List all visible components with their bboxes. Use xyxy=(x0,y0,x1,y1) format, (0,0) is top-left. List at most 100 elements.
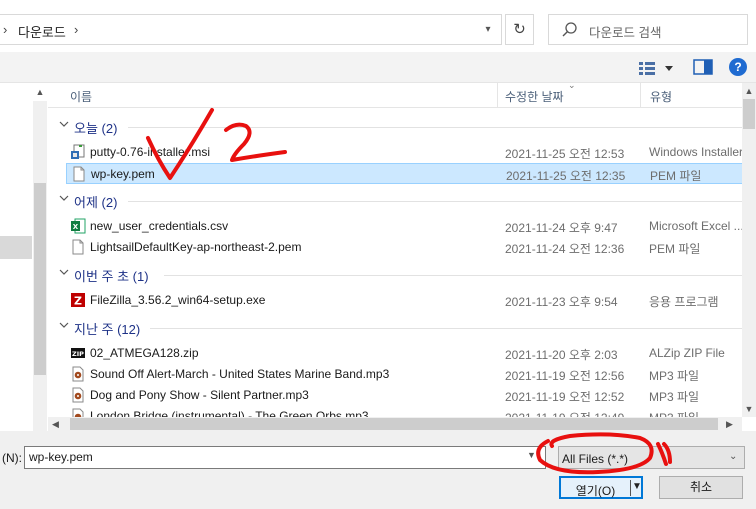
refresh-icon: ↻ xyxy=(513,21,526,38)
vertical-scroll-thumb[interactable] xyxy=(743,99,755,129)
chevron-down-icon xyxy=(59,269,69,275)
file-type: ALZip ZIP File xyxy=(649,346,725,360)
file-row[interactable]: Sound Off Alert-March - United States Ma… xyxy=(66,364,744,385)
msi-installer-icon xyxy=(71,144,85,159)
file-row[interactable]: putty-0.76-installer.msi 2021-11-25 오전 1… xyxy=(66,142,745,163)
svg-text:Z: Z xyxy=(74,295,82,308)
breadcrumb-chevron-left[interactable]: › xyxy=(3,22,7,37)
split-divider xyxy=(630,480,631,496)
file-row[interactable]: X new_user_credentials.csv 2021-11-24 오후… xyxy=(66,216,744,237)
file-row[interactable]: Z FileZilla_3.56.2_win64-setup.exe 2021-… xyxy=(66,290,744,311)
mp3-icon xyxy=(72,387,84,403)
search-placeholder: 다운로드 검색 xyxy=(589,26,662,40)
file-type: MP3 파일 xyxy=(649,369,700,383)
nav-scroll-up-icon[interactable]: ▲ xyxy=(33,85,47,99)
address-bar[interactable]: › 다운로드 › ▾ xyxy=(0,14,502,45)
file-date: 2021-11-25 오전 12:53 xyxy=(505,147,625,161)
file-name: LightsailDefaultKey-ap-northeast-2.pem xyxy=(90,240,302,254)
address-row: › 다운로드 › ▾ ↻ 다운로드 검색 xyxy=(0,0,756,52)
horizontal-scrollbar[interactable]: ◀ ▶ xyxy=(48,417,742,431)
open-button[interactable]: 열기(O) ▼ xyxy=(559,476,643,499)
open-button-label: 열기(O) xyxy=(575,484,616,498)
chevron-down-icon[interactable]: ▾ xyxy=(480,21,496,39)
filename-label: (N): xyxy=(2,451,22,465)
file-type: MP3 파일 xyxy=(649,390,700,404)
search-input[interactable]: 다운로드 검색 xyxy=(548,14,748,45)
mp3-icon xyxy=(72,366,84,382)
bottom-panel: (N): wp-key.pem ▼ All Files (*.*) ⌄ 열기(O… xyxy=(0,431,756,509)
view-options-icon[interactable] xyxy=(637,59,677,77)
column-type[interactable]: 유형 xyxy=(650,88,672,105)
nav-selected-item[interactable] xyxy=(0,236,32,259)
preview-pane-icon[interactable] xyxy=(693,59,713,75)
file-date: 2021-11-19 오전 12:52 xyxy=(505,390,625,404)
vertical-scrollbar[interactable]: ▲ ▼ xyxy=(742,83,756,417)
file-row[interactable]: Dog and Pony Show - Silent Partner.mp3 2… xyxy=(66,385,744,406)
chevron-down-icon xyxy=(59,195,69,201)
file-row[interactable]: LightsailDefaultKey-ap-northeast-2.pem 2… xyxy=(66,237,744,258)
column-date[interactable]: 수정한 날짜 xyxy=(505,88,564,105)
group-label: 지난 주 (12) xyxy=(74,322,141,337)
column-divider[interactable] xyxy=(497,83,498,108)
breadcrumb-chevron-right[interactable]: › xyxy=(74,22,78,37)
scroll-right-icon[interactable]: ▶ xyxy=(726,417,738,431)
chevron-down-icon: ⌄ xyxy=(729,451,738,462)
file-row-selected[interactable]: wp-key.pem 2021-11-25 오전 12:35 PEM 파일 xyxy=(66,163,744,184)
column-divider[interactable] xyxy=(640,83,641,108)
file-type: Windows Installer... xyxy=(649,145,745,159)
horizontal-scroll-thumb[interactable] xyxy=(70,418,718,430)
navigation-pane: ▲ xyxy=(0,83,48,431)
file-name: FileZilla_3.56.2_win64-setup.exe xyxy=(90,293,266,307)
file-date: 2021-11-19 오전 12:56 xyxy=(505,369,625,383)
group-divider xyxy=(150,328,742,329)
file-row[interactable]: London Bridge (instrumental) - The Green… xyxy=(66,406,742,417)
file-name: putty-0.76-installer.msi xyxy=(90,145,211,159)
svg-text:ZIP: ZIP xyxy=(72,350,84,358)
file-date: 2021-11-20 오후 2:03 xyxy=(505,348,618,362)
cancel-button[interactable]: 취소 xyxy=(659,476,743,499)
file-type: PEM 파일 xyxy=(650,169,702,183)
sort-arrow-icon: ⌄ xyxy=(568,80,576,90)
file-date: 2021-11-24 오전 12:36 xyxy=(505,242,625,256)
svg-text:X: X xyxy=(73,223,79,231)
zip-icon: ZIP xyxy=(71,348,85,358)
file-list: 이름 ⌄ 수정한 날짜 유형 오늘 (2) 어제 (2) 이번 주 초 (1) … xyxy=(48,80,756,431)
group-label: 어제 (2) xyxy=(74,195,118,210)
filter-label: All Files (*.*) xyxy=(562,452,629,466)
file-type: Microsoft Excel ... xyxy=(649,219,744,233)
file-name: Sound Off Alert-March - United States Ma… xyxy=(90,367,390,381)
breadcrumb-downloads[interactable]: 다운로드 xyxy=(18,22,66,41)
scroll-up-icon[interactable]: ▲ xyxy=(742,85,756,97)
row-clip: London Bridge (instrumental) - The Green… xyxy=(48,405,742,417)
column-name[interactable]: 이름 xyxy=(70,88,92,105)
column-header: 이름 ⌄ 수정한 날짜 유형 xyxy=(48,80,742,108)
file-name: Dog and Pony Show - Silent Partner.mp3 xyxy=(90,388,309,402)
open-dropdown-icon[interactable]: ▼ xyxy=(632,481,642,492)
group-label: 이번 주 초 (1) xyxy=(74,269,149,284)
file-type: 응용 프로그램 xyxy=(649,295,719,309)
group-divider xyxy=(128,127,742,128)
help-icon[interactable]: ? xyxy=(729,58,747,76)
refresh-button[interactable]: ↻ xyxy=(505,14,534,45)
blank-file-icon xyxy=(73,166,85,182)
scroll-left-icon[interactable]: ◀ xyxy=(52,417,64,431)
file-name: 02_ATMEGA128.zip xyxy=(90,346,199,360)
file-date: 2021-11-23 오후 9:54 xyxy=(505,295,618,309)
file-type-filter[interactable]: All Files (*.*) ⌄ xyxy=(558,446,745,469)
file-name: wp-key.pem xyxy=(91,167,155,181)
nav-scroll-thumb[interactable] xyxy=(34,183,46,375)
chevron-down-icon[interactable]: ▼ xyxy=(527,450,536,460)
group-divider xyxy=(164,275,742,276)
blank-file-icon xyxy=(72,239,84,255)
chevron-down-icon xyxy=(59,121,69,127)
file-name: London Bridge (instrumental) - The Green… xyxy=(90,409,369,417)
excel-icon: X xyxy=(71,218,86,234)
scroll-down-icon[interactable]: ▼ xyxy=(742,403,756,415)
group-label: 오늘 (2) xyxy=(74,121,118,136)
filename-input[interactable]: wp-key.pem xyxy=(24,446,546,469)
file-row[interactable]: ZIP 02_ATMEGA128.zip 2021-11-20 오후 2:03 … xyxy=(66,343,744,364)
file-type: PEM 파일 xyxy=(649,242,701,256)
file-type: MP3 파일 xyxy=(649,409,742,417)
file-date: 2021-11-24 오후 9:47 xyxy=(505,221,618,235)
filezilla-icon: Z xyxy=(71,293,85,308)
